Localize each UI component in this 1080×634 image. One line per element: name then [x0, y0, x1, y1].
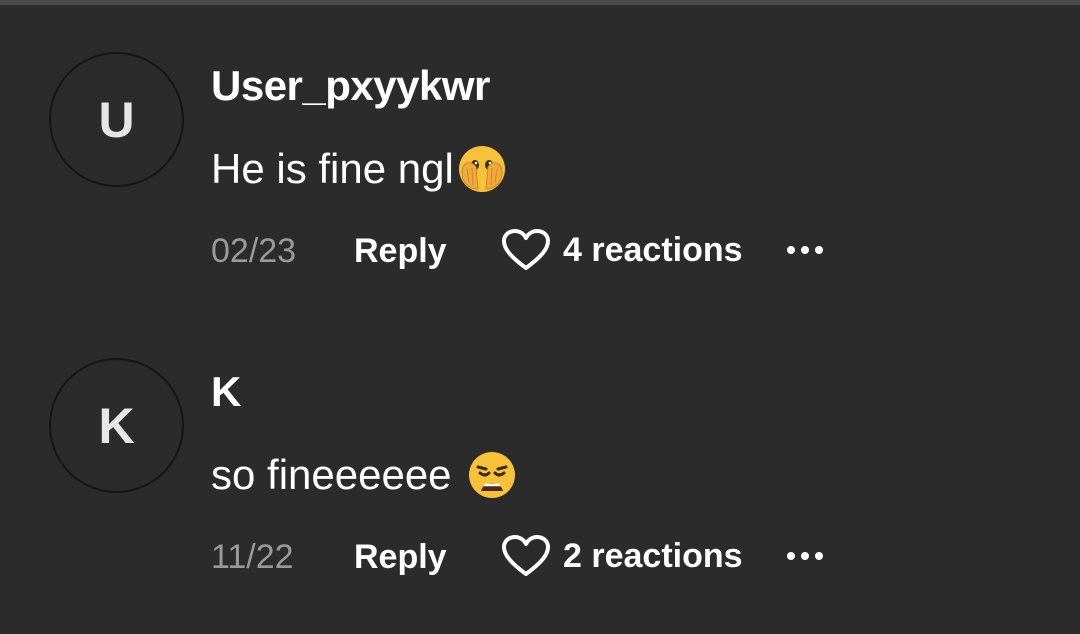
comment-body: He is fine ngl	[211, 143, 508, 195]
weary-face-icon	[468, 452, 515, 498]
reactions-button[interactable]: 2 reactions	[501, 534, 743, 578]
reply-button[interactable]: Reply	[354, 232, 447, 271]
comment-meta: 02/23 Reply 4 reactions	[211, 228, 851, 276]
avatar[interactable]: K	[49, 358, 184, 493]
reactions-count: 2 reactions	[563, 536, 743, 575]
heart-icon	[502, 229, 550, 270]
avatar[interactable]: U	[49, 52, 184, 187]
reactions-count: 4 reactions	[563, 230, 743, 269]
comment-date: 02/23	[211, 232, 297, 270]
comment-text: so fineeeeee	[211, 451, 452, 498]
comment-body: so fineeeeee	[211, 449, 518, 501]
comment-list: U User_pxyykwr He is fine ngl 02/23 Repl…	[0, 0, 1080, 634]
comment-meta: 11/22 Reply 2 reactions	[211, 534, 851, 582]
comment-text: He is fine ngl	[211, 145, 454, 192]
face-with-open-eyes-and-hand-over-mouth-icon	[458, 146, 505, 192]
comment-item: K K so fineeeeee 11/22 Reply 2 reactions	[0, 306, 1080, 576]
more-options-icon[interactable]	[785, 242, 825, 258]
comment-date: 11/22	[211, 538, 294, 576]
comment-item: U User_pxyykwr He is fine ngl 02/23 Repl…	[0, 0, 1080, 270]
reply-button[interactable]: Reply	[354, 538, 447, 577]
more-options-icon[interactable]	[785, 548, 825, 564]
reactions-button[interactable]: 4 reactions	[501, 228, 743, 272]
comment-author[interactable]: User_pxyykwr	[211, 62, 490, 110]
comment-author[interactable]: K	[211, 368, 241, 416]
heart-icon	[502, 535, 550, 576]
